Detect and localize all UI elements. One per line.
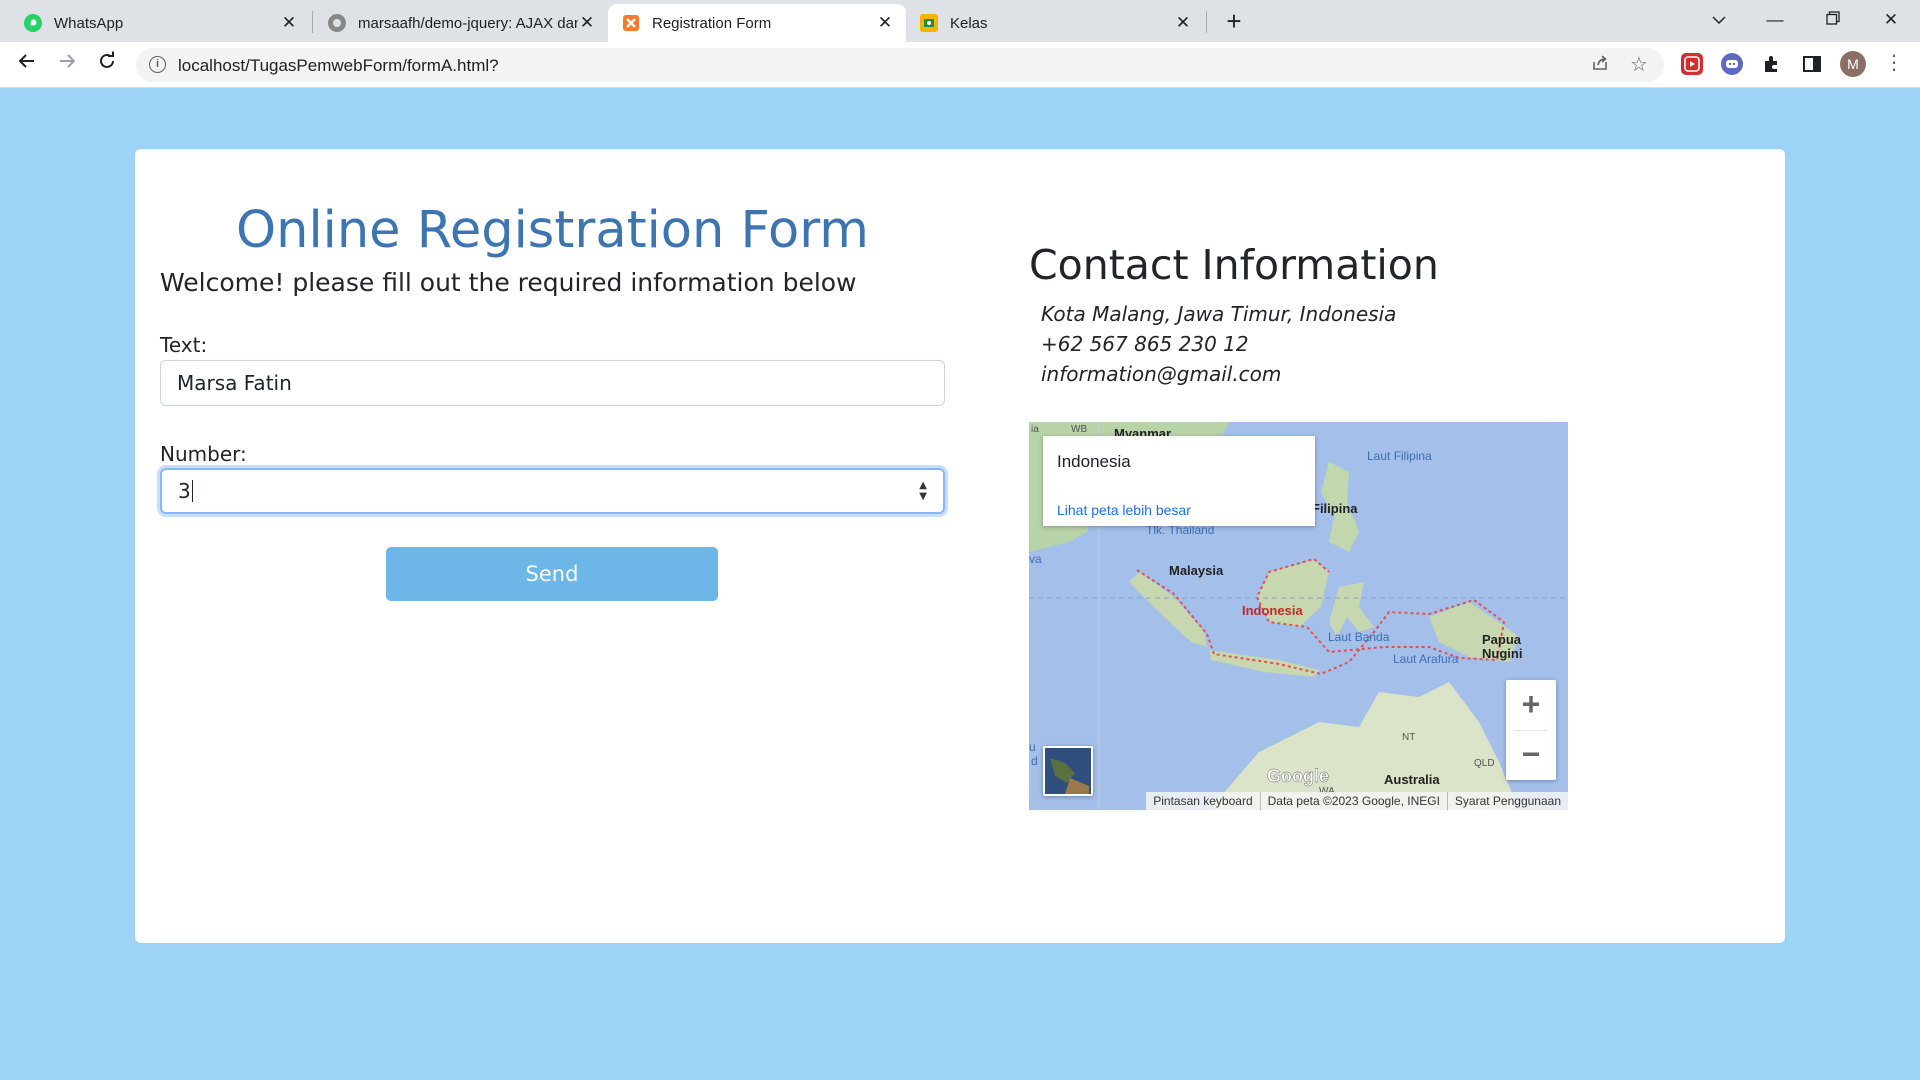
map-label-filipina: Filipina: [1312, 501, 1358, 516]
google-logo: Google: [1267, 766, 1329, 787]
tab-title: WhatsApp: [54, 14, 124, 32]
close-window-button[interactable]: ✕: [1868, 4, 1914, 36]
forward-button[interactable]: [52, 50, 82, 80]
number-label: Number:: [160, 442, 247, 466]
reload-icon: [100, 51, 114, 68]
terms-of-use-link[interactable]: Syarat Penggunaan: [1446, 792, 1568, 810]
satellite-layer-toggle[interactable]: [1043, 746, 1093, 796]
map-label-va: va: [1029, 552, 1042, 566]
number-input[interactable]: 3 ▲ ▼: [160, 468, 945, 514]
info-window-title: Indonesia: [1057, 452, 1131, 471]
text-label: Text:: [160, 333, 208, 357]
classroom-icon: [920, 14, 938, 32]
map-label-laut-banda: Laut Banda: [1328, 630, 1390, 644]
whatsapp-icon: [24, 14, 42, 32]
page-card: Online Registration Form Welcome! please…: [135, 149, 1785, 943]
xampp-icon: [622, 14, 640, 32]
arrow-right-icon: [60, 54, 76, 68]
map-label-d: d: [1031, 754, 1038, 768]
tab-whatsapp[interactable]: WhatsApp ✕: [10, 4, 310, 42]
zoom-in-button[interactable]: +: [1506, 680, 1556, 730]
chevron-down-icon: [1712, 16, 1726, 25]
keyboard-shortcuts-link[interactable]: Pintasan keyboard: [1146, 792, 1259, 810]
close-tab-icon[interactable]: ✕: [280, 13, 298, 33]
spin-up-icon[interactable]: ▲: [919, 480, 927, 491]
google-logo-text: Google: [1267, 766, 1329, 786]
tab-registration-form[interactable]: Registration Form ✕: [608, 4, 906, 42]
map-info-window: Indonesia Lihat peta lebih besar: [1043, 436, 1315, 526]
map-label-u: u: [1029, 740, 1036, 754]
tab-search-button[interactable]: [1696, 4, 1742, 36]
restore-icon: [1826, 11, 1840, 25]
restore-button[interactable]: [1810, 4, 1856, 36]
welcome-text: Welcome! please fill out the required in…: [160, 268, 857, 297]
extension-discord-icon[interactable]: [1721, 53, 1743, 75]
new-tab-button[interactable]: +: [1218, 6, 1250, 38]
map-data-credit: Data peta ©2023 Google, INEGI: [1259, 792, 1447, 810]
github-icon: [328, 14, 346, 32]
browser-toolbar: i localhost/TugasPemwebForm/formA.html? …: [0, 42, 1920, 88]
zoom-out-button[interactable]: −: [1506, 730, 1556, 780]
back-button[interactable]: [12, 50, 42, 80]
extension-red-icon[interactable]: [1681, 53, 1703, 75]
close-tab-icon[interactable]: ✕: [1174, 13, 1192, 33]
extensions-puzzle-icon[interactable]: [1761, 53, 1783, 75]
map-label-malaysia: Malaysia: [1169, 563, 1224, 578]
tab-strip: WhatsApp ✕ marsaafh/demo-jquery: AJAX da…: [0, 0, 1920, 42]
satellite-thumbnail-icon: [1045, 748, 1091, 794]
zoom-controls: + −: [1506, 680, 1556, 780]
more-menu-icon[interactable]: ⋮: [1884, 50, 1904, 75]
text-input[interactable]: Marsa Fatin: [160, 360, 945, 406]
tab-title: marsaafh/demo-jquery: AJAX dan: [358, 14, 578, 32]
map-label-indonesia: Indonesia: [1242, 603, 1303, 618]
zoom-divider: [1514, 730, 1548, 731]
tab-kelas[interactable]: Kelas ✕: [906, 4, 1204, 42]
tab-github[interactable]: marsaafh/demo-jquery: AJAX dan ✕: [314, 4, 608, 42]
profile-avatar[interactable]: M: [1840, 51, 1866, 77]
close-tab-icon[interactable]: ✕: [578, 13, 596, 33]
map-label-australia: Australia: [1384, 772, 1440, 787]
number-spinner[interactable]: ▲ ▼: [919, 480, 927, 502]
contact-phone: +62 567 865 230 12: [1041, 332, 1249, 356]
map-label-nugini: Nugini: [1482, 646, 1523, 661]
reload-button[interactable]: [92, 50, 122, 80]
tab-separator: [312, 11, 313, 33]
arrow-left-icon: [18, 54, 34, 68]
form-title: Online Registration Form: [236, 201, 869, 260]
spin-down-icon[interactable]: ▼: [919, 491, 927, 502]
url-text: localhost/TugasPemwebForm/formA.html?: [178, 56, 499, 75]
bookmark-star-icon[interactable]: ☆: [1630, 52, 1648, 77]
number-input-value: 3: [178, 479, 191, 503]
map-label-nt: NT: [1402, 732, 1416, 743]
map-label-laut-filipina: Laut Filipina: [1367, 449, 1432, 463]
contact-address: Kota Malang, Jawa Timur, Indonesia: [1041, 302, 1397, 326]
contact-email: information@gmail.com: [1041, 362, 1282, 386]
tab-separator: [1206, 11, 1207, 33]
map-label-wb: WB: [1071, 424, 1088, 435]
view-larger-map-link[interactable]: Lihat peta lebih besar: [1057, 502, 1191, 518]
map-attribution: Pintasan keyboard Data peta ©2023 Google…: [1146, 792, 1568, 810]
map-label-papua: Papua: [1482, 632, 1522, 647]
contact-title: Contact Information: [1029, 241, 1439, 289]
side-panel-icon[interactable]: [1801, 53, 1823, 75]
text-input-value: Marsa Fatin: [177, 371, 292, 395]
map-label-qld: QLD: [1474, 758, 1495, 769]
send-button[interactable]: Send: [386, 547, 718, 601]
tab-title: Registration Form: [652, 14, 772, 32]
address-bar[interactable]: i localhost/TugasPemwebForm/formA.html? …: [136, 48, 1664, 82]
tab-title: Kelas: [950, 14, 988, 32]
share-icon[interactable]: [1590, 53, 1610, 79]
map-label-laut-arafura: Laut Arafura: [1393, 652, 1459, 666]
text-caret: [191, 480, 193, 502]
close-tab-icon[interactable]: ✕: [876, 13, 894, 33]
minimize-button[interactable]: —: [1752, 4, 1798, 36]
map-label-ia: ia: [1031, 424, 1039, 435]
site-info-icon[interactable]: i: [149, 56, 166, 73]
embedded-map[interactable]: ia WB Myanmar Laut Filipina Filipina Tlk…: [1029, 422, 1568, 810]
